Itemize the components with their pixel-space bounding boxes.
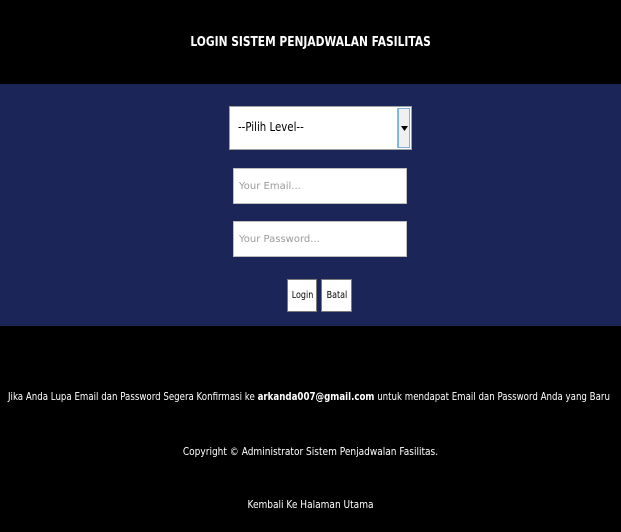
page-header: LOGIN SISTEM PENJADWALAN FASILITAS [0,0,621,84]
info-text-prefix: Jika Anda Lupa Email dan Password Segera… [8,390,258,403]
page-title: LOGIN SISTEM PENJADWALAN FASILITAS [190,34,431,50]
back-to-home-link[interactable]: Kembali Ke Halaman Utama [56,498,565,511]
copyright-prefix: Copyright © [182,445,242,458]
login-button-label: Login [291,290,313,301]
email-input[interactable] [234,169,406,203]
forgot-password-info: Jika Anda Lupa Email dan Password Segera… [8,390,610,403]
cancel-button[interactable]: Batal [321,279,352,312]
copyright-owner: Administrator Sistem Penjadwalan Fasilit… [241,445,439,458]
login-button[interactable]: Login [287,279,317,312]
contact-email: arkanda007@gmail.com [257,390,375,403]
password-field-box[interactable] [233,221,407,257]
login-form-panel: --Pilih Level-- Login Batal [0,84,621,326]
dropdown-arrow-icon[interactable] [397,108,410,148]
copyright: Copyright © Administrator Sistem Penjadw… [56,445,565,458]
email-field-box[interactable] [233,168,407,204]
password-input[interactable] [234,222,406,256]
cancel-button-label: Batal [326,290,347,301]
level-select-value: --Pilih Level-- [238,120,304,134]
level-select[interactable]: --Pilih Level-- [229,106,412,150]
info-text-suffix: untuk mendapat Email dan Password Anda y… [374,390,610,403]
